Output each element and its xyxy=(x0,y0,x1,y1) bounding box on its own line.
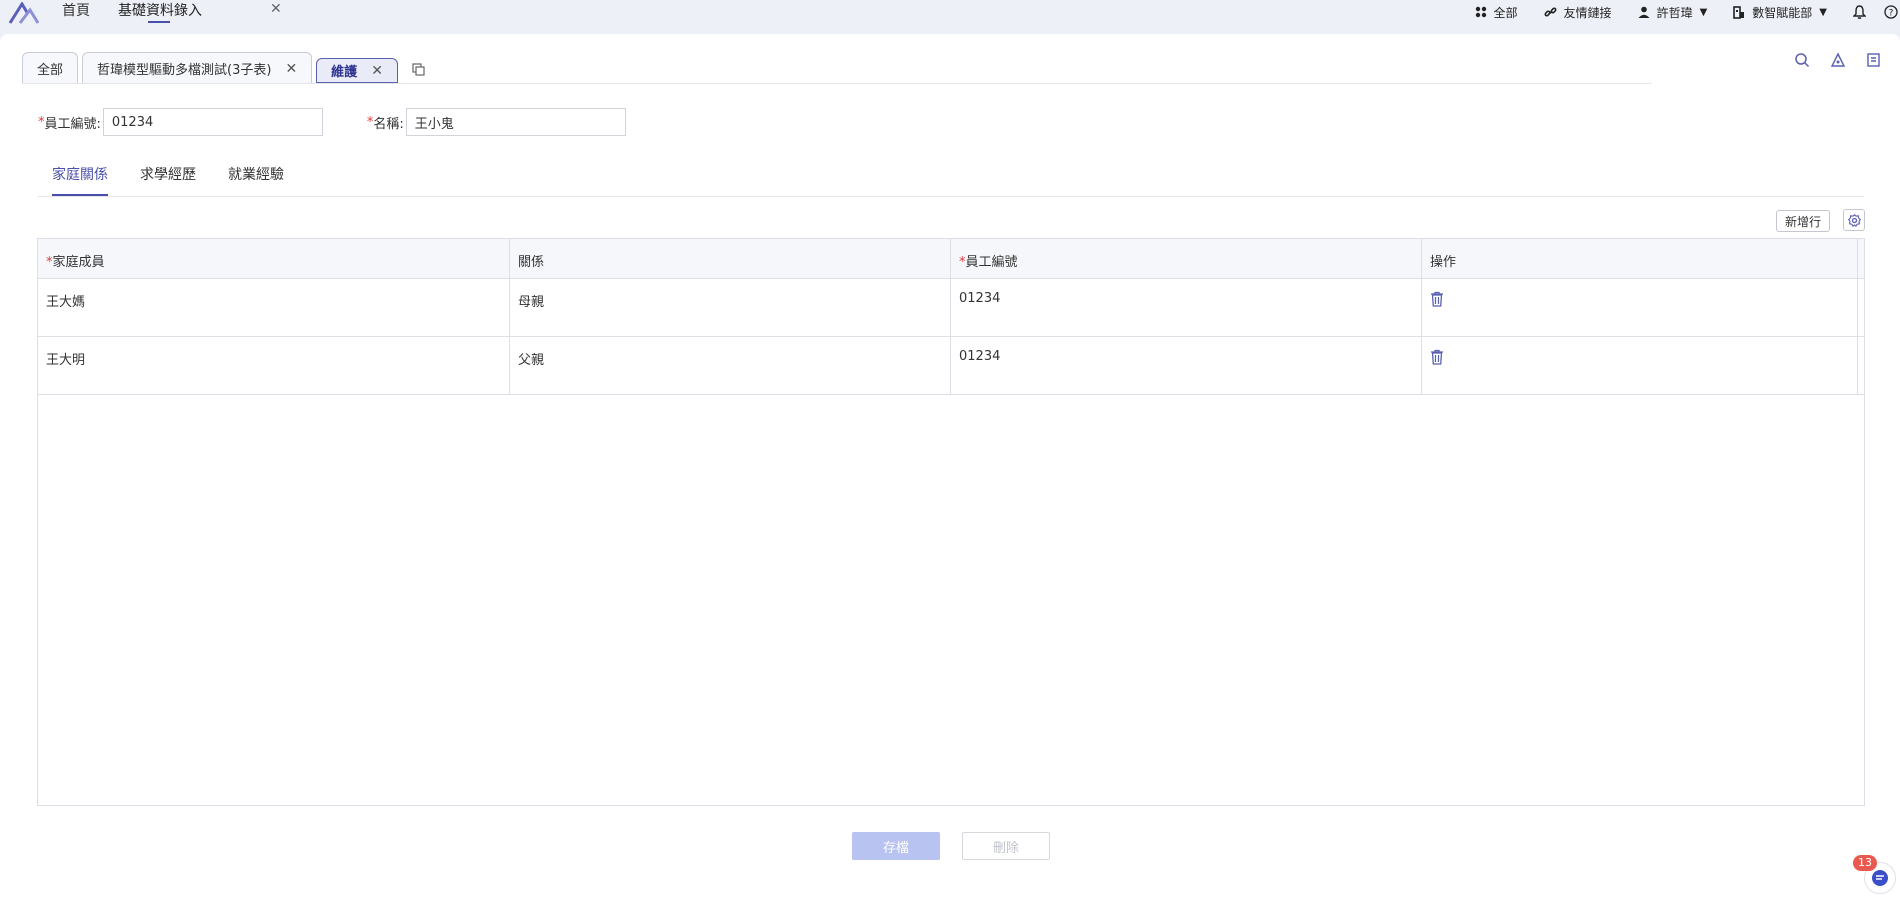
save-button[interactable]: 存檔 xyxy=(852,832,940,860)
app-logo[interactable] xyxy=(8,2,40,24)
column-header-actions: 操作 xyxy=(1422,239,1858,278)
chat-icon xyxy=(1872,870,1888,886)
bell-icon xyxy=(1853,5,1866,19)
all-apps-label: 全部 xyxy=(1493,5,1518,20)
column-label: 家庭成員 xyxy=(52,255,105,270)
column-label: 操作 xyxy=(1430,255,1457,270)
doc-tab-label: 全部 xyxy=(37,63,64,78)
trash-icon xyxy=(1431,349,1443,365)
search-icon xyxy=(1795,53,1810,68)
cell-relation[interactable]: 母親 xyxy=(510,279,951,336)
column-header-emp-no[interactable]: *員工編號 xyxy=(951,239,1422,278)
all-apps-menu[interactable]: 全部 xyxy=(1475,4,1518,21)
close-icon[interactable]: ✕ xyxy=(270,1,282,17)
header-form: * 員工編號: * 名稱: xyxy=(38,108,626,136)
cell-actions xyxy=(1422,337,1858,394)
notification-button[interactable] xyxy=(1853,5,1866,19)
doc-tab-maintain[interactable]: 維護 ✕ xyxy=(316,58,398,84)
close-icon[interactable]: ✕ xyxy=(371,63,383,79)
links-menu[interactable]: 友情鏈接 xyxy=(1544,4,1612,21)
document-list-icon xyxy=(1867,53,1880,67)
nav-home[interactable]: 首頁 xyxy=(62,0,90,20)
column-header-relation[interactable]: 關係 xyxy=(510,239,951,278)
table-row: 王大媽 母親 01234 xyxy=(38,279,1864,337)
link-icon xyxy=(1544,6,1557,17)
caret-down-icon: ▼ xyxy=(1819,6,1827,18)
cell-relation[interactable]: 父親 xyxy=(510,337,951,394)
tabs-divider xyxy=(22,83,1652,84)
flow-icon xyxy=(1830,52,1846,67)
doc-tab-label: 維護 xyxy=(331,65,358,80)
building-icon xyxy=(1733,5,1745,19)
detail-tabs: 家庭關係 求學經歷 就業經驗 xyxy=(52,164,316,196)
links-label: 友情鏈接 xyxy=(1563,5,1612,20)
help-icon: ? xyxy=(1884,5,1898,19)
column-label: 員工編號 xyxy=(965,255,1018,270)
grid-icon xyxy=(1475,6,1486,18)
name-input[interactable] xyxy=(405,108,626,136)
top-right-menu: 全部 友情鏈接 許哲瑋 ▼ 數智賦能部 ▼ ? xyxy=(1475,0,1900,24)
top-nav: 首頁 基礎資料錄入 ✕ xyxy=(62,0,282,28)
emp-no-group: * 員工編號: xyxy=(38,108,323,136)
emp-no-input[interactable] xyxy=(102,108,323,136)
close-icon[interactable]: ✕ xyxy=(285,61,297,77)
emp-no-label: 員工編號: xyxy=(44,116,101,132)
table-settings-button[interactable] xyxy=(1843,209,1865,231)
user-icon xyxy=(1638,6,1650,18)
name-group: * 名稱: xyxy=(367,108,626,136)
svg-text:?: ? xyxy=(1889,9,1894,19)
delete-button[interactable]: 刪除 xyxy=(962,832,1050,860)
user-name: 許哲瑋 xyxy=(1656,5,1693,20)
chat-badge: 13 xyxy=(1853,855,1877,871)
add-row-button[interactable]: 新增行 xyxy=(1776,210,1831,232)
caret-down-icon: ▼ xyxy=(1699,6,1708,18)
family-table: *家庭成員 關係 *員工編號 操作 王大媽 母親 01234 王大明 父親 01… xyxy=(37,238,1865,806)
user-menu[interactable]: 許哲瑋 ▼ xyxy=(1638,4,1708,21)
department-menu[interactable]: 數智賦能部 ▼ xyxy=(1733,4,1827,21)
tab-education[interactable]: 求學經歷 xyxy=(140,164,196,196)
document-tabs: 全部 哲瑋模型驅動多檔測試(3子表) ✕ 維護 ✕ xyxy=(22,50,425,84)
name-label: 名稱: xyxy=(373,116,404,132)
right-toolbar xyxy=(1774,52,1882,68)
cell-emp-no[interactable]: 01234 xyxy=(951,279,1422,336)
delete-row-button[interactable] xyxy=(1430,291,1444,307)
nav-basic-data-entry[interactable]: 基礎資料錄入 xyxy=(118,0,202,23)
column-header-member[interactable]: *家庭成員 xyxy=(38,239,510,278)
table-row: 王大明 父親 01234 xyxy=(38,337,1864,395)
cell-member[interactable]: 王大媽 xyxy=(38,279,510,336)
tab-family[interactable]: 家庭關係 xyxy=(52,164,108,196)
form-list-button[interactable] xyxy=(1866,52,1882,68)
flow-button[interactable] xyxy=(1830,52,1846,68)
department-name: 數智賦能部 xyxy=(1752,5,1813,20)
doc-tab-label: 哲瑋模型驅動多檔測試(3子表) xyxy=(97,63,272,78)
main-panel: 全部 哲瑋模型驅動多檔測試(3子表) ✕ 維護 ✕ * 員工編號: * xyxy=(0,34,1900,903)
doc-tab-model-test[interactable]: 哲瑋模型驅動多檔測試(3子表) ✕ xyxy=(82,52,313,84)
delete-row-button[interactable] xyxy=(1430,349,1444,365)
column-label: 關係 xyxy=(518,255,545,270)
cell-member[interactable]: 王大明 xyxy=(38,337,510,394)
search-button[interactable] xyxy=(1794,52,1810,68)
table-header: *家庭成員 關係 *員工編號 操作 xyxy=(38,239,1864,279)
top-bar: 首頁 基礎資料錄入 ✕ 全部 友情鏈接 許哲瑋 ▼ 數智賦能部 ▼ ? xyxy=(0,0,1900,34)
cell-actions xyxy=(1422,279,1858,336)
detail-tabs-divider xyxy=(38,196,1864,197)
gear-icon xyxy=(1847,213,1861,227)
tab-employment[interactable]: 就業經驗 xyxy=(228,164,284,196)
cell-emp-no[interactable]: 01234 xyxy=(951,337,1422,394)
trash-icon xyxy=(1431,291,1443,307)
help-button[interactable]: ? xyxy=(1884,5,1898,19)
copy-icon[interactable] xyxy=(412,63,425,76)
doc-tab-all[interactable]: 全部 xyxy=(22,52,79,84)
